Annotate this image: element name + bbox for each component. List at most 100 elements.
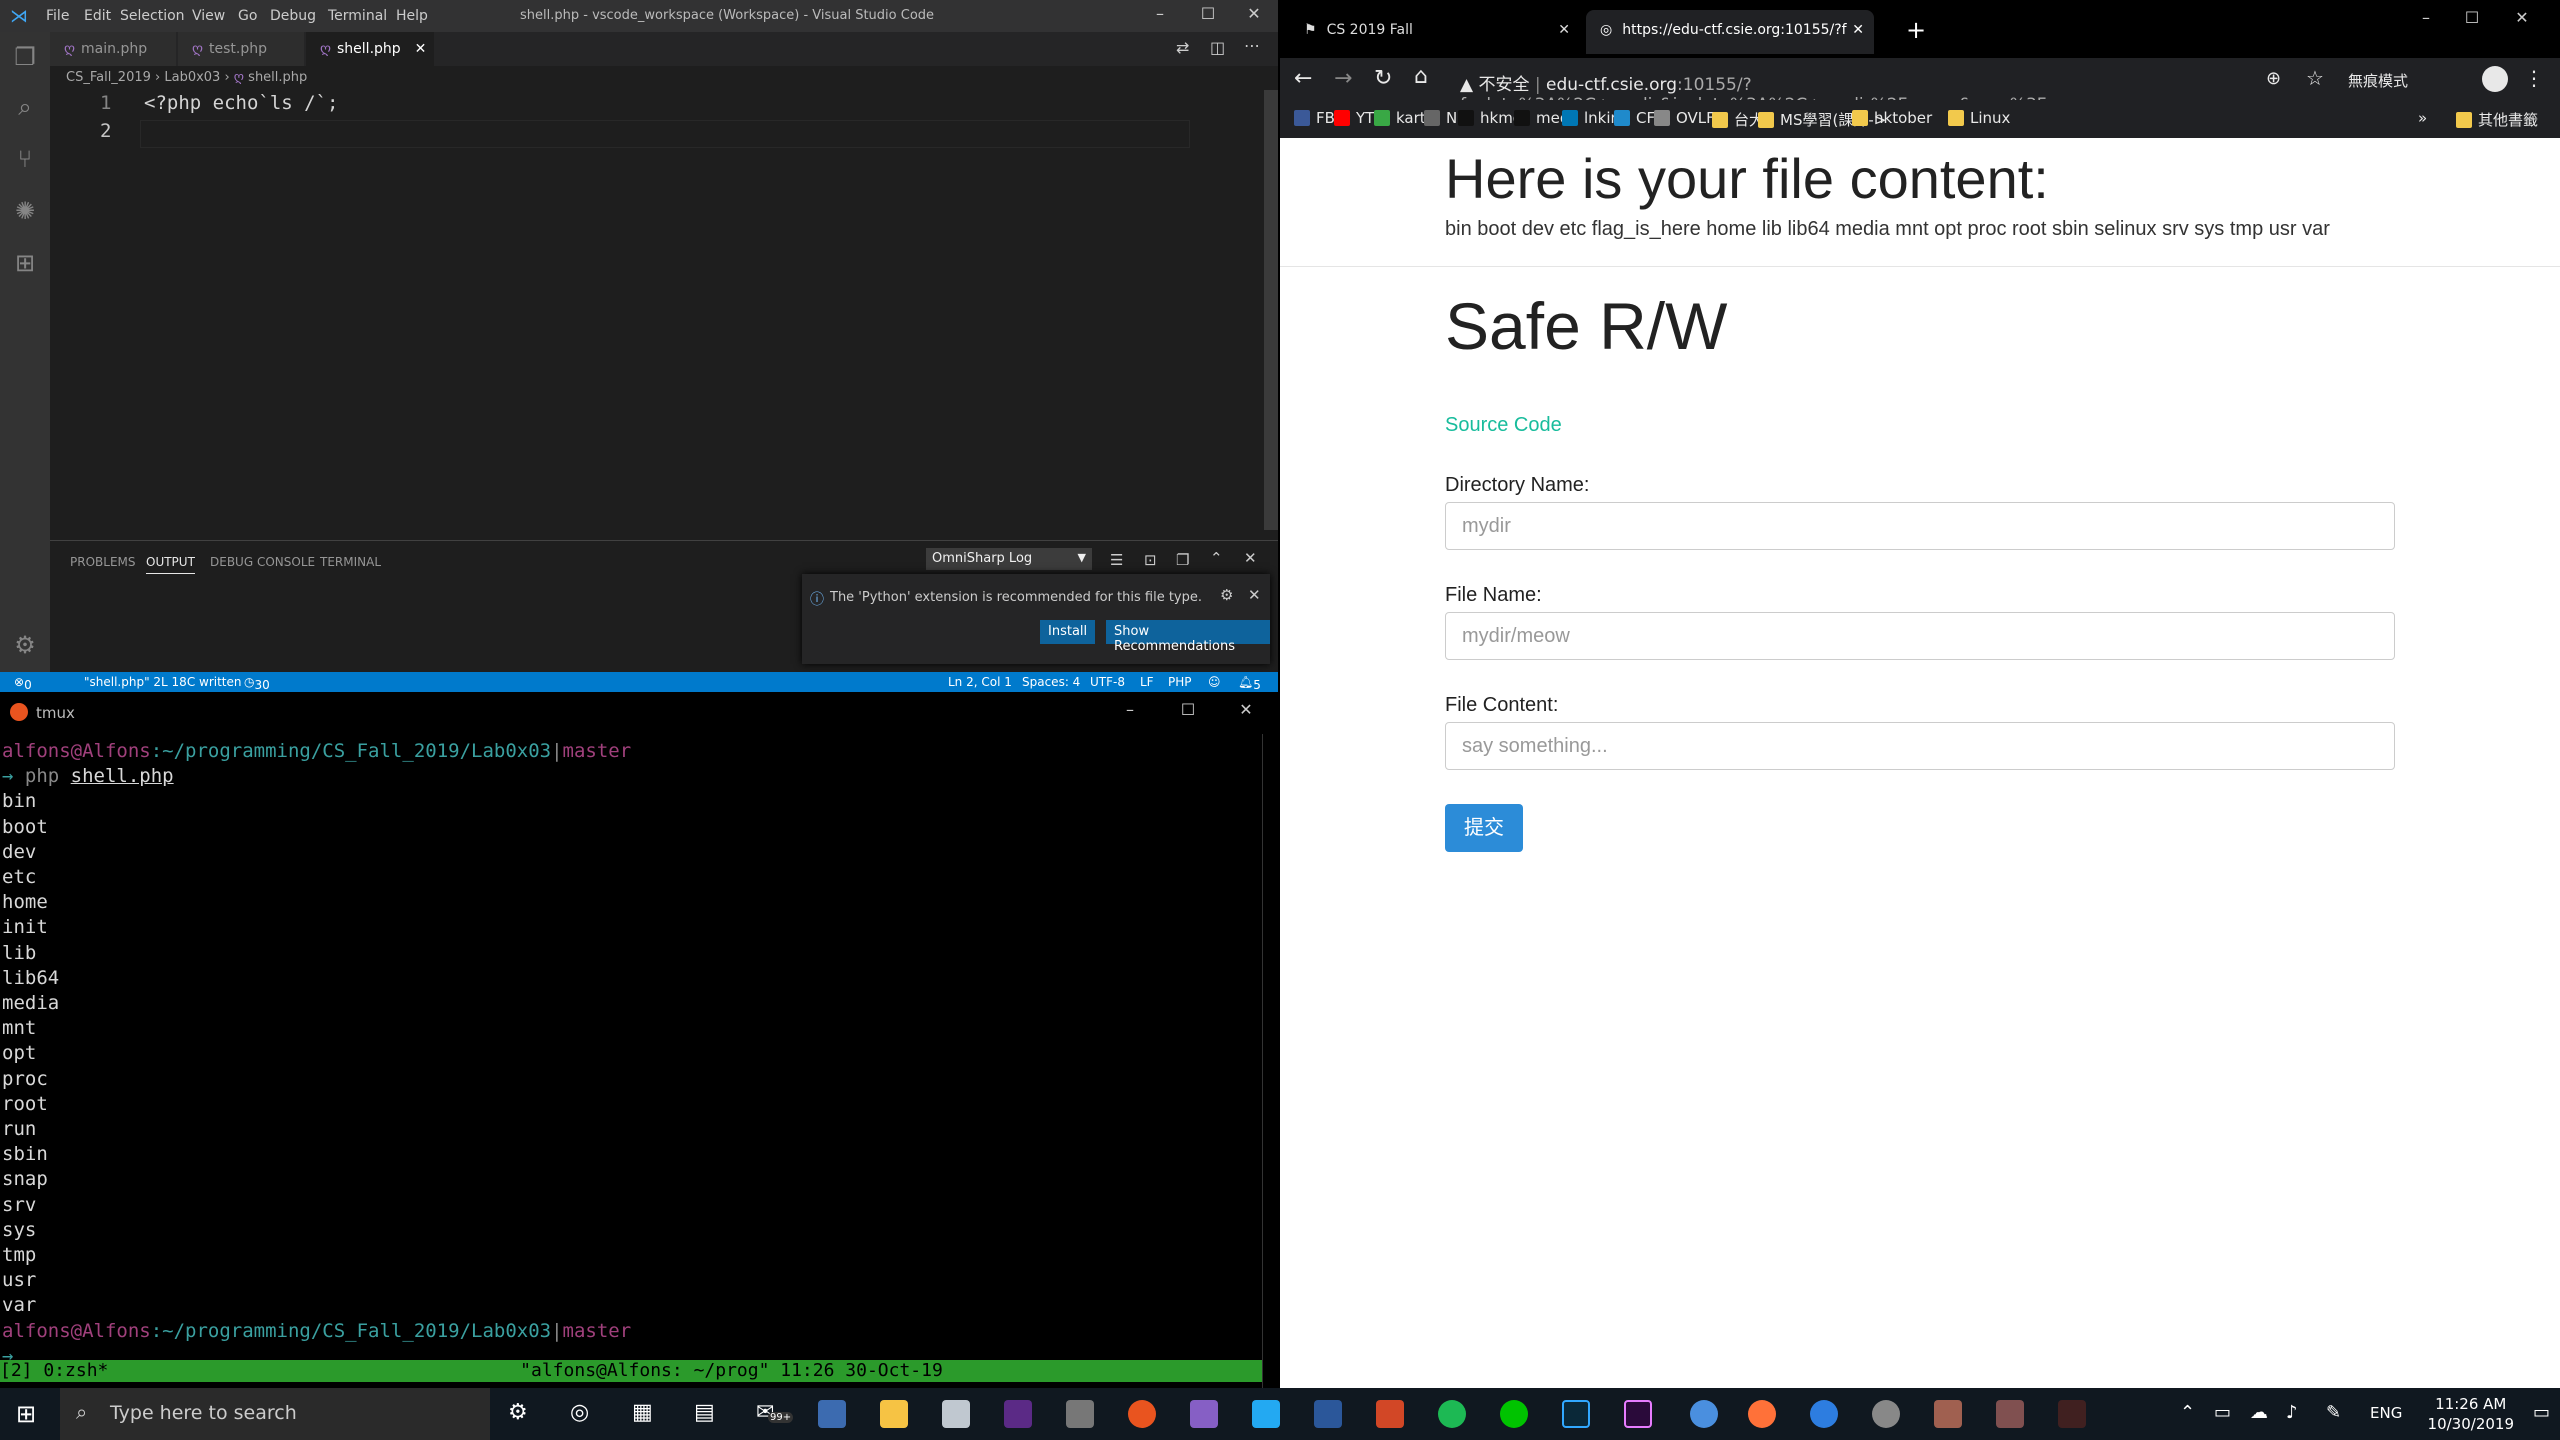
input-language[interactable]: ENG xyxy=(2370,1404,2402,1422)
end-of-line[interactable]: LF xyxy=(1140,675,1154,689)
volume-icon[interactable]: ♪ xyxy=(2286,1402,2298,1423)
clear-output-icon[interactable]: ☰ xyxy=(1110,551,1123,569)
minimize-icon[interactable]: – xyxy=(2406,8,2446,32)
search-icon[interactable]: ⌕ xyxy=(8,90,42,124)
address-bar[interactable]: ▲ 不安全 | edu-ctf.csie.org:10155/?f=data%3… xyxy=(1460,64,2240,115)
home-icon[interactable]: ⌂ xyxy=(1414,64,1428,89)
bookmark-item[interactable]: 台大 xyxy=(1712,109,1764,130)
minimize-icon[interactable]: – xyxy=(1110,700,1150,724)
chrome-icon[interactable] xyxy=(1690,1400,1718,1428)
close-icon[interactable]: ✕ xyxy=(1226,700,1266,724)
compare-icon[interactable]: ⇄ xyxy=(1176,38,1189,57)
app-icon[interactable] xyxy=(2058,1400,2086,1428)
notifications-bell[interactable]: 🔔︎ 5 xyxy=(1238,675,1261,692)
timer-status[interactable]: ◷ 30 mins xyxy=(244,675,283,706)
gear-icon[interactable]: ⚙ xyxy=(8,628,42,662)
action-center-icon[interactable]: ▭ xyxy=(2533,1402,2550,1423)
close-tab-icon[interactable]: ✕ xyxy=(415,41,427,57)
tab-main-php[interactable]: ღ main.php xyxy=(50,32,176,66)
app-icon[interactable] xyxy=(1872,1400,1900,1428)
bookmark-item[interactable]: hktober xyxy=(1852,109,1932,127)
bookmark-item[interactable]: kart xyxy=(1374,109,1426,127)
calendar-icon[interactable]: ▤ xyxy=(694,1400,722,1428)
file-name-input[interactable]: mydir/meow xyxy=(1445,612,2395,660)
bookmarks-overflow-icon[interactable]: » xyxy=(2418,109,2427,127)
powerpoint-icon[interactable] xyxy=(1376,1400,1404,1428)
new-window-icon[interactable]: ❐ xyxy=(1176,551,1189,569)
tab-problems[interactable]: PROBLEMS xyxy=(70,555,136,569)
new-tab-icon[interactable]: + xyxy=(1906,16,1926,44)
cortana-icon[interactable]: ◎ xyxy=(570,1400,598,1428)
tab-terminal[interactable]: TERMINAL xyxy=(320,555,381,569)
app-icon[interactable] xyxy=(1996,1400,2024,1428)
editor-scrollbar[interactable] xyxy=(1264,90,1278,530)
menu-icon[interactable]: ⋮ xyxy=(2524,66,2544,90)
debug-icon[interactable]: ✺ xyxy=(8,194,42,228)
source-control-icon[interactable]: ⑂ xyxy=(8,142,42,176)
minimize-icon[interactable]: – xyxy=(1140,4,1180,28)
file-explorer-icon[interactable] xyxy=(880,1400,908,1428)
show-recommendations-button[interactable]: Show Recommendations xyxy=(1106,620,1270,654)
encoding[interactable]: UTF-8 xyxy=(1090,675,1125,689)
tab-debug-console[interactable]: DEBUG CONSOLE xyxy=(210,555,315,569)
star-icon[interactable]: ☆ xyxy=(2306,66,2324,90)
line-icon[interactable] xyxy=(1500,1400,1528,1428)
tray-chevron-icon[interactable]: ⌃ xyxy=(2180,1402,2195,1423)
breadcrumb-item[interactable]: Lab0x03 xyxy=(164,70,220,85)
explorer-icon[interactable]: ❐ xyxy=(8,40,42,74)
visual-studio-icon[interactable] xyxy=(1190,1400,1218,1428)
other-bookmarks[interactable]: 其他書籤 xyxy=(2456,109,2538,130)
premiere-icon[interactable] xyxy=(1624,1400,1652,1428)
split-editor-icon[interactable]: ◫ xyxy=(1210,38,1225,57)
bookmark-item[interactable]: Linux xyxy=(1948,109,2010,127)
menu-selection[interactable]: Selection xyxy=(120,8,185,24)
breadcrumb-item[interactable]: CS_Fall_2019 xyxy=(66,70,151,85)
spotify-icon[interactable] xyxy=(1438,1400,1466,1428)
settings-icon[interactable]: ⚙ xyxy=(508,1400,536,1428)
problems-status[interactable]: ⊗ 0 ⚠ 0 xyxy=(14,675,35,720)
extensions-icon[interactable]: ⊞ xyxy=(8,246,42,280)
bookmark-item[interactable]: YT xyxy=(1334,109,1374,127)
install-button[interactable]: Install xyxy=(1040,620,1096,644)
zoom-icon[interactable]: ⊕ xyxy=(2266,68,2281,89)
source-code-link[interactable]: Source Code xyxy=(1445,414,1562,437)
lock-icon[interactable]: ⊡ xyxy=(1144,551,1157,569)
network-icon[interactable]: ▭ xyxy=(2214,1402,2231,1423)
menu-terminal[interactable]: Terminal xyxy=(328,8,387,24)
vscode-icon[interactable] xyxy=(1252,1400,1280,1428)
directory-input[interactable]: mydir xyxy=(1445,502,2395,550)
ubuntu-icon[interactable] xyxy=(1128,1400,1156,1428)
close-tab-icon[interactable]: ✕ xyxy=(1558,22,1570,38)
maximize-icon[interactable]: ☐ xyxy=(1188,4,1228,28)
menu-view[interactable]: View xyxy=(192,8,225,24)
close-notification-icon[interactable]: ✕ xyxy=(1248,586,1261,604)
start-icon[interactable]: ⊞ xyxy=(16,1400,36,1428)
menu-edit[interactable]: Edit xyxy=(84,8,111,24)
indentation[interactable]: Spaces: 4 xyxy=(1022,675,1080,689)
app-icon[interactable] xyxy=(1934,1400,1962,1428)
back-icon[interactable]: ← xyxy=(1294,66,1312,91)
menu-go[interactable]: Go xyxy=(238,8,257,24)
tab-edu-ctf[interactable]: ◎ https://edu-ctf.csie.org:10155/?f ✕ xyxy=(1586,10,1874,54)
chevron-up-icon[interactable]: ⌃ xyxy=(1210,549,1223,567)
bookmark-item[interactable]: OVLF xyxy=(1654,109,1715,127)
paint-icon[interactable] xyxy=(942,1400,970,1428)
language-mode[interactable]: PHP xyxy=(1168,675,1192,689)
terminal-scrollbar[interactable] xyxy=(1262,734,1280,1388)
gear-icon[interactable]: ⚙ xyxy=(1220,586,1233,604)
word-icon[interactable] xyxy=(1314,1400,1342,1428)
menu-help[interactable]: Help xyxy=(396,8,428,24)
output-channel-select[interactable]: OmniSharp Log ▼ xyxy=(926,548,1092,570)
tab-shell-php[interactable]: ღ shell.php ✕ xyxy=(306,32,434,66)
maximize-icon[interactable]: ☐ xyxy=(1168,700,1208,724)
bookmark-item[interactable]: CF xyxy=(1614,109,1655,127)
snip-icon[interactable] xyxy=(1066,1400,1094,1428)
file-content-input[interactable]: say something... xyxy=(1445,722,2395,770)
calculator-icon[interactable]: ▦ xyxy=(632,1400,660,1428)
terminal-icon[interactable] xyxy=(1004,1400,1032,1428)
reload-icon[interactable]: ↻ xyxy=(1374,66,1392,91)
maximize-icon[interactable]: ☐ xyxy=(2452,8,2492,32)
clock[interactable]: 11:26 AM 10/30/2019 xyxy=(2428,1394,2514,1434)
mail-icon[interactable]: ✉ 99+ xyxy=(756,1400,794,1428)
firefox-icon[interactable] xyxy=(1748,1400,1776,1428)
